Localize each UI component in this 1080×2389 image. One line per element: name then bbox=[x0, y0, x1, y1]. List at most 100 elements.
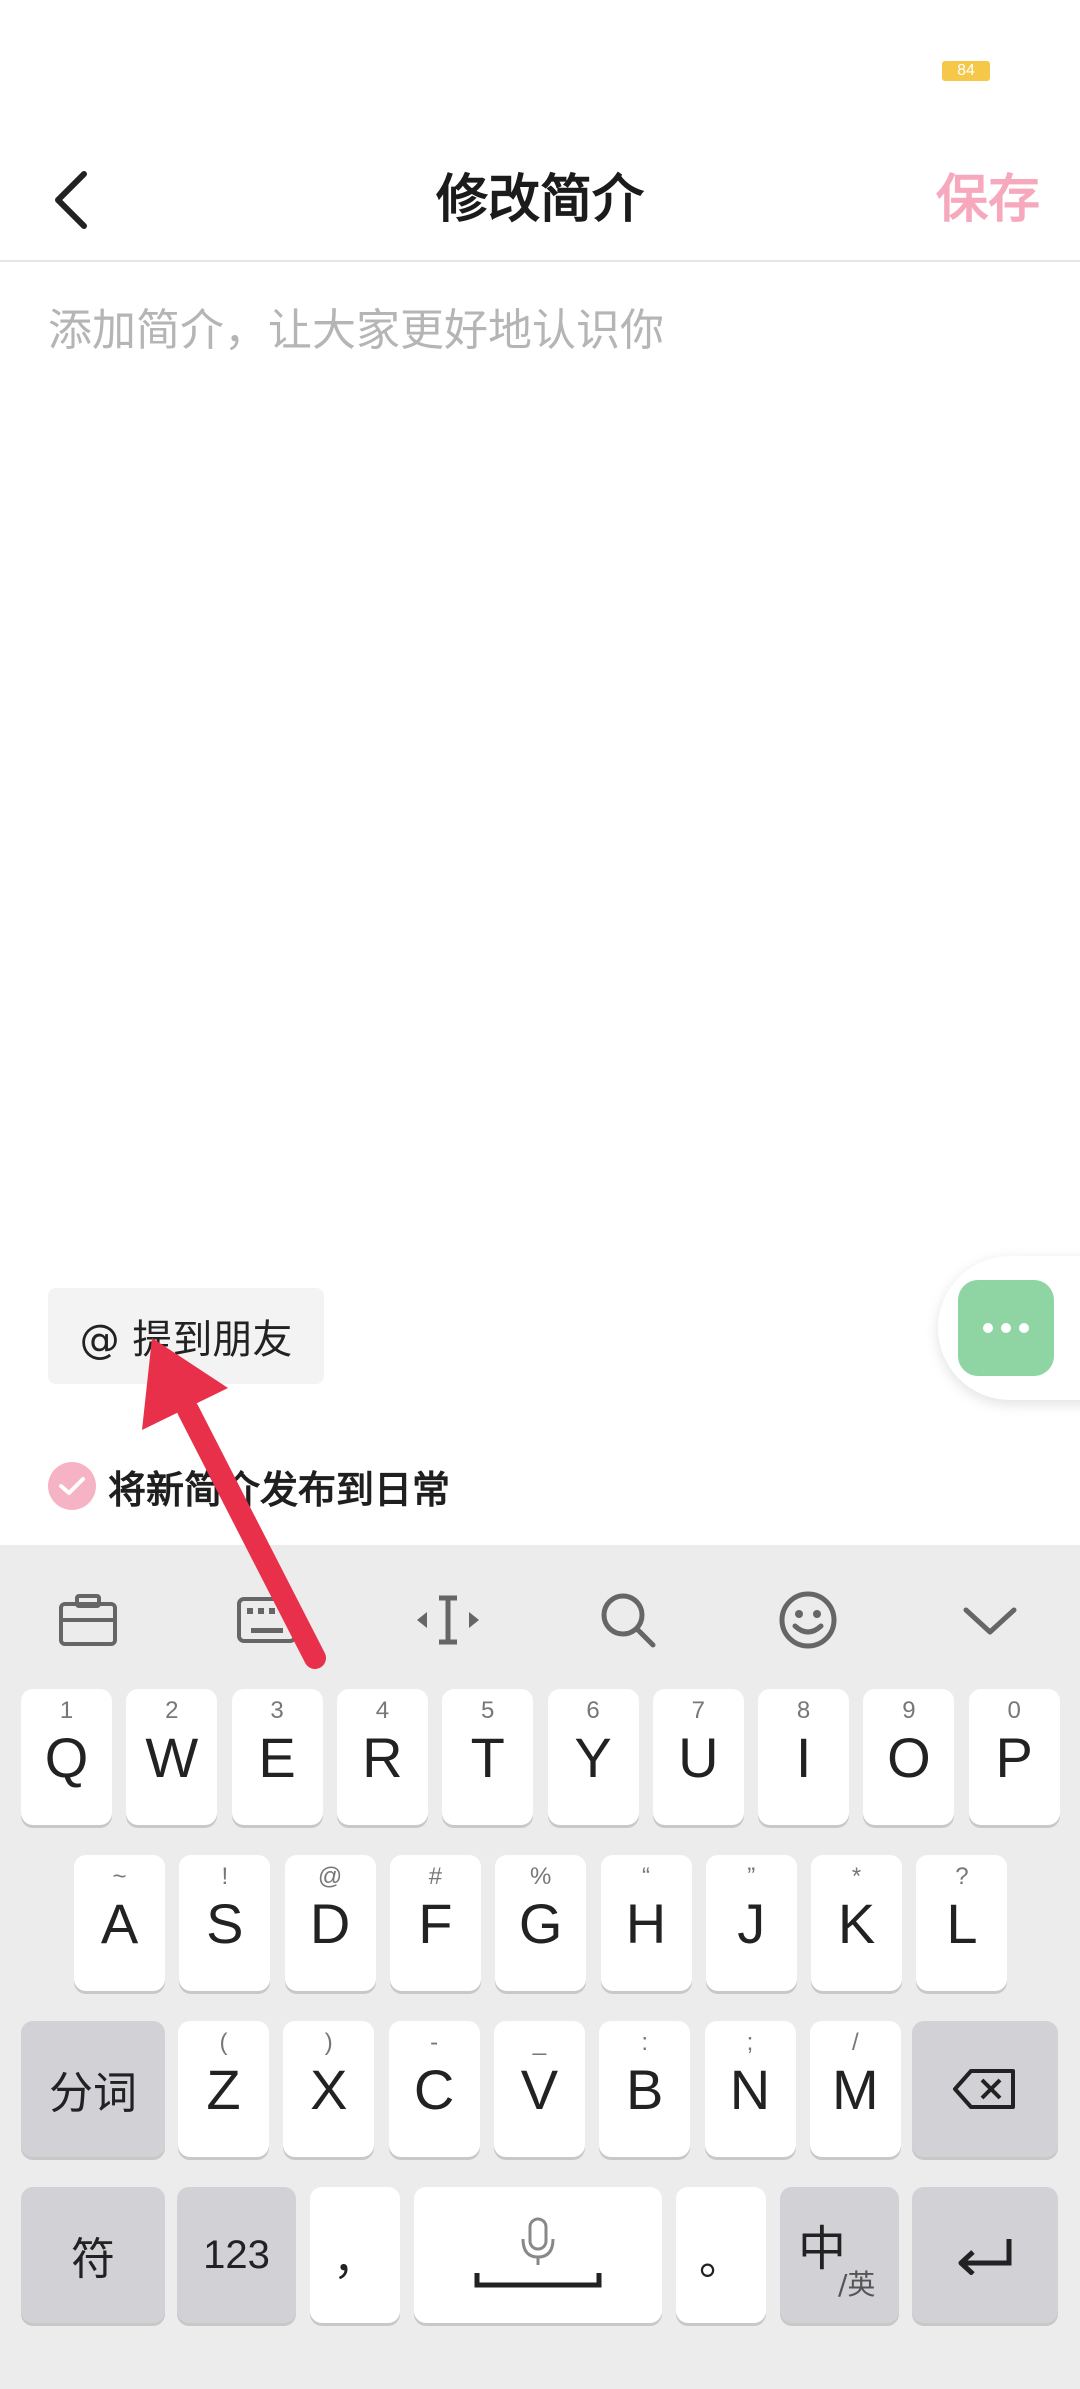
number-key-label: 123 bbox=[203, 2232, 270, 2277]
emoji-icon[interactable] bbox=[773, 1585, 843, 1655]
backspace-icon bbox=[953, 2069, 1015, 2109]
keyboard-icon[interactable] bbox=[232, 1585, 302, 1655]
key-w[interactable]: 2W bbox=[126, 1689, 218, 1825]
cursor-icon[interactable] bbox=[413, 1585, 483, 1655]
key-main-label: Y bbox=[574, 1725, 612, 1789]
key-i[interactable]: 8I bbox=[758, 1689, 850, 1825]
key-c[interactable]: -C bbox=[388, 2021, 480, 2157]
key-sub-label: - bbox=[430, 2029, 439, 2056]
keyboard: 1Q2W3E4R5T6Y7U8I9O0P ~ A! S @ D # F% G “H” J * K? L … bbox=[0, 1545, 1080, 2389]
key-n[interactable]: ; N bbox=[704, 2021, 796, 2157]
period-key-label: 。 bbox=[699, 2235, 743, 2284]
key-k[interactable]: * K bbox=[811, 1855, 903, 1991]
key-main-label: N bbox=[729, 2057, 771, 2121]
key-g[interactable]: % G bbox=[495, 1855, 587, 1991]
key-q[interactable]: 1Q bbox=[21, 1689, 112, 1825]
key-y[interactable]: 6Y bbox=[547, 1689, 639, 1825]
key-s[interactable]: ! S bbox=[179, 1855, 271, 1991]
key-main-label: H bbox=[625, 1891, 667, 1955]
page-title: 修改简介 bbox=[435, 170, 644, 230]
key-sub-label: 5 bbox=[481, 1697, 495, 1724]
key-sub-label: _ bbox=[532, 2029, 547, 2056]
clipboard-icon[interactable] bbox=[53, 1585, 123, 1655]
key-sub-label: ! bbox=[221, 1863, 229, 1890]
key-p[interactable]: 0P bbox=[968, 1689, 1060, 1825]
floating-panel bbox=[938, 1256, 1080, 1400]
key-sub-label: 7 bbox=[691, 1697, 705, 1724]
mention-friends-button[interactable]: @ 提到朋友 bbox=[48, 1288, 324, 1384]
key-o[interactable]: 9O bbox=[863, 1689, 955, 1825]
segment-key[interactable]: 分词 bbox=[21, 2021, 165, 2157]
save-button[interactable]: 保存 bbox=[936, 140, 1040, 260]
more-dots-icon bbox=[983, 1323, 1029, 1333]
symbol-key[interactable]: 符 bbox=[21, 2187, 165, 2323]
enter-key[interactable] bbox=[912, 2187, 1058, 2323]
key-sub-label: ( bbox=[219, 2029, 228, 2056]
key-r[interactable]: 4R bbox=[336, 1689, 428, 1825]
publish-to-daily-toggle[interactable]: 将新简介发布到日常 bbox=[48, 1458, 450, 1514]
key-main-label: Q bbox=[44, 1725, 89, 1789]
key-main-label: E bbox=[258, 1725, 296, 1789]
segment-key-label: 分词 bbox=[49, 2069, 137, 2118]
key-sub-label: % bbox=[530, 1863, 552, 1890]
key-main-label: A bbox=[100, 1891, 139, 1955]
key-sub-label: 3 bbox=[270, 1697, 284, 1724]
key-m[interactable]: / M bbox=[809, 2021, 901, 2157]
key-h[interactable]: “H bbox=[600, 1855, 692, 1991]
key-f[interactable]: # F bbox=[389, 1855, 481, 1991]
backspace-key[interactable] bbox=[912, 2021, 1058, 2157]
key-e[interactable]: 3E bbox=[231, 1689, 323, 1825]
key-main-label: J bbox=[737, 1891, 766, 1955]
back-icon bbox=[55, 171, 87, 229]
key-a[interactable]: ~ A bbox=[74, 1855, 165, 1991]
key-main-label: U bbox=[678, 1725, 719, 1789]
header: 修改简介 保存 bbox=[0, 140, 1080, 262]
space-key[interactable] bbox=[414, 2187, 662, 2323]
key-sub-label: 0 bbox=[1007, 1697, 1021, 1724]
key-u[interactable]: 7U bbox=[652, 1689, 744, 1825]
key-sub-label: : bbox=[641, 2029, 649, 2056]
key-sub-label: # bbox=[428, 1863, 443, 1890]
period-key[interactable]: 。 bbox=[676, 2187, 766, 2323]
more-button[interactable] bbox=[958, 1280, 1054, 1376]
key-v[interactable]: _ V bbox=[493, 2021, 585, 2157]
key-main-label: I bbox=[795, 1725, 812, 1789]
enter-icon bbox=[958, 2239, 1012, 2275]
key-main-label: B bbox=[626, 2057, 664, 2121]
key-t[interactable]: 5T bbox=[442, 1689, 534, 1825]
search-icon[interactable] bbox=[593, 1585, 663, 1655]
key-main-label: W bbox=[145, 1725, 199, 1789]
key-z[interactable]: (Z bbox=[178, 2021, 269, 2157]
key-j[interactable]: ” J bbox=[705, 1855, 797, 1991]
key-l[interactable]: ? L bbox=[916, 1855, 1008, 1991]
key-sub-label: @ bbox=[317, 1863, 343, 1890]
language-switch-key[interactable]: 中 /英 bbox=[780, 2187, 899, 2323]
back-button[interactable] bbox=[30, 140, 130, 260]
lang-sub-label: /英 bbox=[838, 2268, 876, 2301]
key-main-label: X bbox=[310, 2057, 348, 2121]
key-sub-label: “ bbox=[642, 1863, 650, 1890]
number-key[interactable]: 123 bbox=[177, 2187, 296, 2323]
key-x[interactable]: ) X bbox=[283, 2021, 375, 2157]
check-icon[interactable] bbox=[48, 1462, 96, 1510]
key-main-label: V bbox=[520, 2057, 559, 2121]
key-b[interactable]: :B bbox=[599, 2021, 691, 2157]
status-bar: 84 bbox=[0, 0, 1080, 140]
bio-input[interactable] bbox=[48, 300, 1038, 1200]
key-d[interactable]: @ D bbox=[284, 1855, 376, 1991]
key-main-label: G bbox=[518, 1891, 563, 1955]
key-sub-label: * bbox=[851, 1863, 862, 1890]
key-sub-label: ; bbox=[746, 2029, 754, 2056]
key-sub-label: / bbox=[851, 2029, 859, 2056]
key-sub-label: 2 bbox=[165, 1697, 179, 1724]
collapse-chevron-icon[interactable] bbox=[955, 1585, 1025, 1655]
key-main-label: L bbox=[946, 1891, 978, 1955]
comma-key[interactable]: ， bbox=[310, 2187, 400, 2323]
key-main-label: O bbox=[887, 1725, 931, 1789]
key-main-label: D bbox=[309, 1891, 351, 1955]
symbol-key-label: 符 bbox=[71, 2235, 115, 2284]
key-sub-label: ) bbox=[324, 2029, 333, 2056]
key-sub-label: 6 bbox=[586, 1697, 600, 1724]
key-main-label: T bbox=[470, 1725, 505, 1789]
key-main-label: S bbox=[206, 1891, 244, 1955]
